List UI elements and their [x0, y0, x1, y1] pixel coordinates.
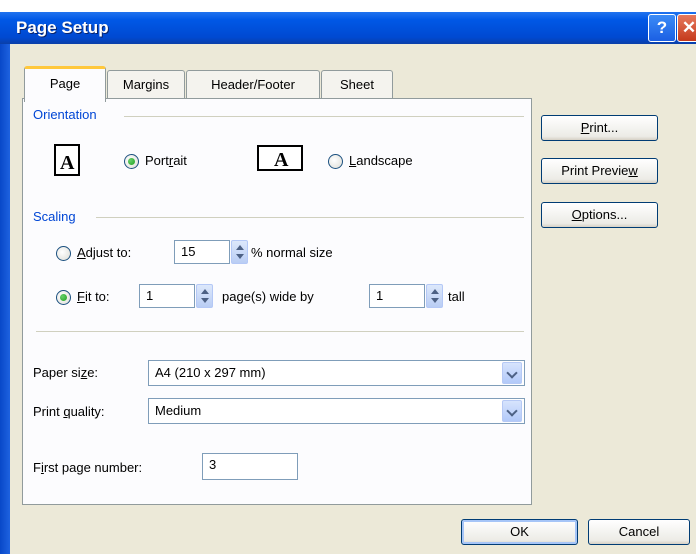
print-preview-button[interactable]: Print Preview	[541, 158, 658, 184]
close-button[interactable]: ✕	[677, 14, 696, 42]
window-frame-left	[0, 44, 10, 554]
orientation-divider	[124, 116, 524, 117]
scaling-group-label: Scaling	[33, 209, 76, 224]
tab-header-footer[interactable]: Header/Footer	[186, 70, 320, 99]
pages-wide-label: page(s) wide by	[222, 289, 314, 304]
orientation-group-label: Orientation	[33, 107, 97, 122]
paper-size-label: Paper size:	[33, 365, 99, 380]
tab-sheet[interactable]: Sheet	[321, 70, 393, 99]
adjust-to-radio[interactable]	[56, 246, 71, 261]
scaling-divider	[96, 217, 524, 218]
cancel-button[interactable]: Cancel	[588, 519, 690, 545]
print-quality-select[interactable]: Medium	[148, 398, 525, 424]
landscape-radio[interactable]	[328, 154, 343, 169]
portrait-label[interactable]: Portrait	[145, 153, 187, 168]
options-button[interactable]: Options...	[541, 202, 658, 228]
ok-button[interactable]: OK	[461, 519, 578, 545]
adjust-to-label[interactable]: Adjust to:	[77, 245, 131, 260]
adjust-to-spinner[interactable]	[231, 240, 248, 264]
tab-margins[interactable]: Margins	[107, 70, 185, 99]
fit-tall-spinner[interactable]	[426, 284, 443, 308]
tab-page[interactable]: Page	[24, 66, 106, 102]
portrait-icon-glyph: A	[60, 152, 75, 174]
title-bar-top-strip	[0, 0, 696, 12]
first-page-number-label: First page number:	[33, 460, 143, 475]
portrait-orientation-icon: A	[54, 144, 80, 176]
fit-to-label[interactable]: Fit to:	[77, 289, 110, 304]
landscape-icon-glyph: A	[274, 149, 289, 171]
paper-divider	[36, 331, 524, 332]
landscape-label[interactable]: Landscape	[349, 153, 413, 168]
tall-label: tall	[448, 289, 465, 304]
portrait-radio[interactable]	[124, 154, 139, 169]
print-button[interactable]: Print...	[541, 115, 658, 141]
help-button[interactable]: ?	[648, 14, 676, 42]
window-title: Page Setup	[16, 18, 109, 37]
adjust-to-input[interactable]: 15	[174, 240, 230, 264]
paper-size-dropdown-arrow[interactable]	[502, 362, 522, 384]
fit-wide-spinner[interactable]	[196, 284, 213, 308]
fit-wide-input[interactable]: 1	[139, 284, 195, 308]
paper-size-select[interactable]: A4 (210 x 297 mm)	[148, 360, 525, 386]
landscape-orientation-icon: A	[257, 145, 303, 171]
fit-to-radio[interactable]	[56, 290, 71, 305]
print-quality-dropdown-arrow[interactable]	[502, 400, 522, 422]
fit-tall-input[interactable]: 1	[369, 284, 425, 308]
first-page-number-input[interactable]: 3	[202, 453, 298, 480]
normal-size-label: % normal size	[251, 245, 333, 260]
print-quality-label: Print quality:	[33, 404, 105, 419]
